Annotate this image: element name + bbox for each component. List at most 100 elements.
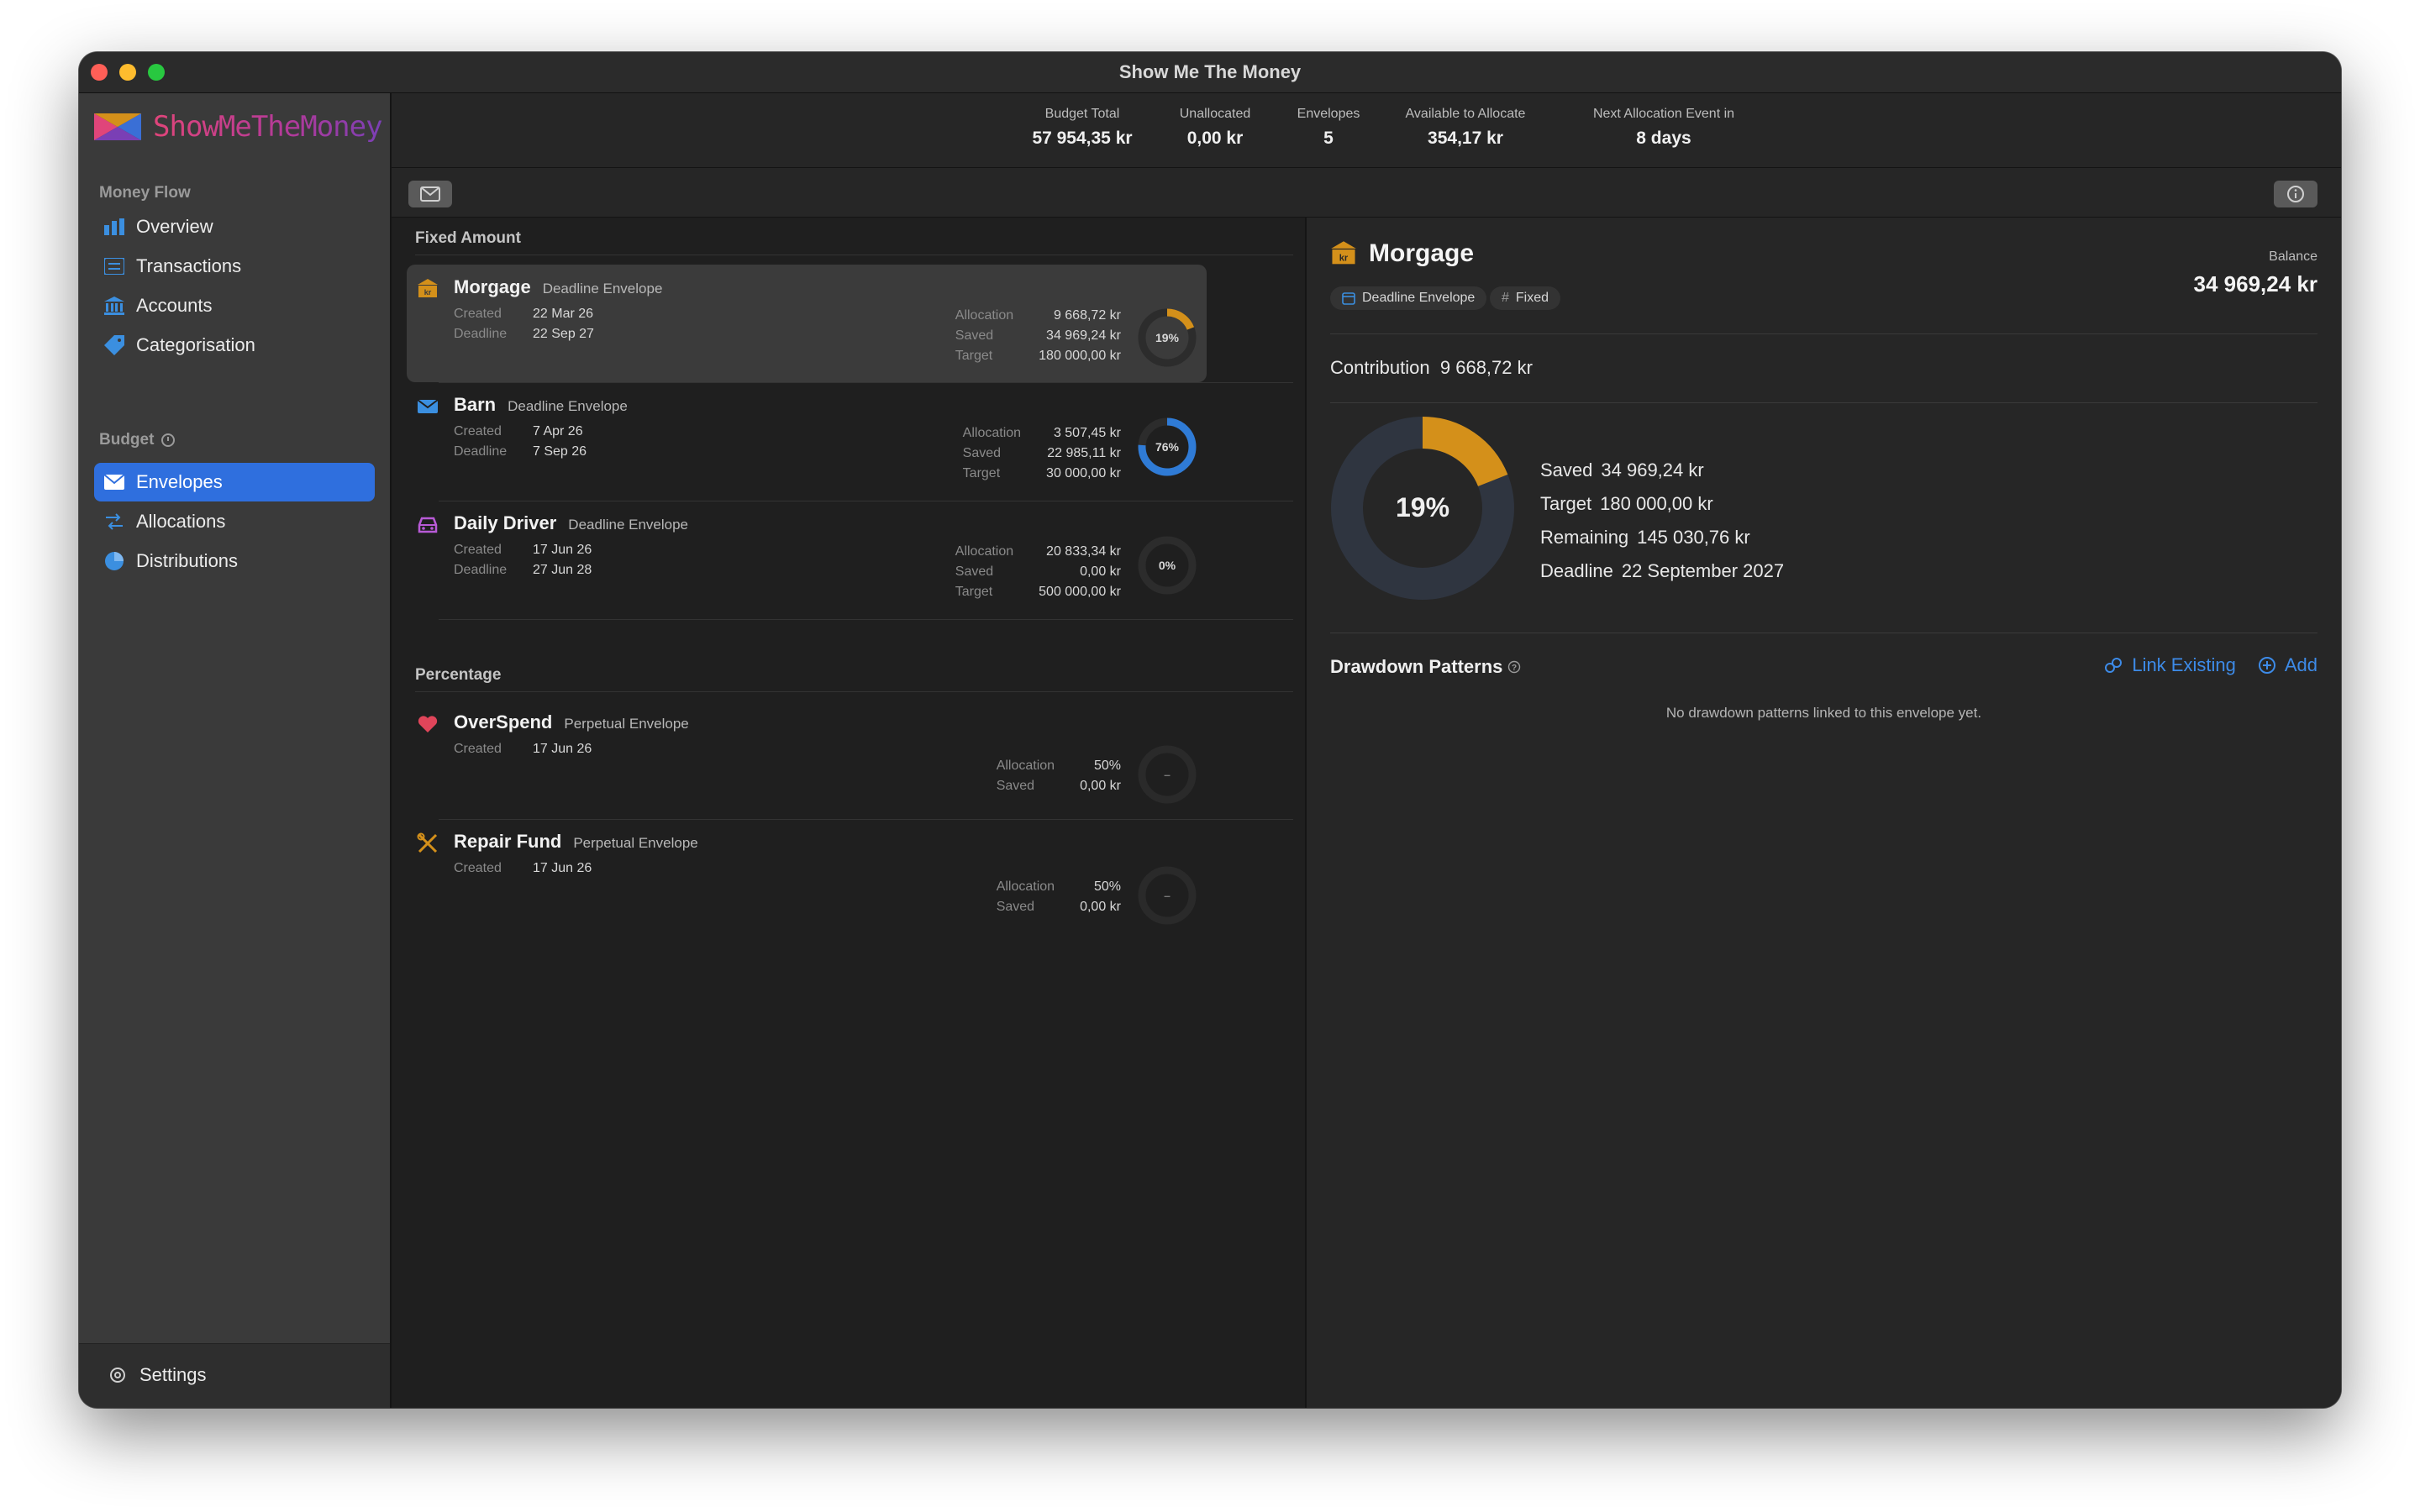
sidebar-item-envelopes[interactable]: Envelopes: [94, 463, 375, 501]
saved-label: Saved: [996, 900, 1035, 914]
add-drawdown-button[interactable]: Add: [2258, 654, 2317, 676]
envelope-row-repair-fund[interactable]: Repair Fund Perpetual Envelope Created 1…: [407, 819, 1207, 937]
created-value: 22 Mar 26: [533, 307, 594, 321]
sidebar-item-label: Allocations: [136, 511, 226, 532]
stat-remaining: Remaining 145 030,76 kr: [1540, 527, 1784, 549]
stat-available: Available to Allocate 354,17 kr: [1373, 107, 1558, 149]
minimize-window-button[interactable]: [119, 64, 136, 81]
section-money-flow: Money Flow: [99, 184, 191, 202]
created-label: Created: [454, 424, 502, 438]
sidebar-item-distributions[interactable]: Distributions: [94, 542, 375, 580]
stat-label: Remaining: [1540, 527, 1629, 548]
bank-icon: [104, 296, 124, 316]
stat-value: 8 days: [1636, 129, 1691, 148]
envelope-row-morgage[interactable]: kr Morgage Deadline Envelope Created 22 …: [407, 265, 1207, 382]
budget-summary: Budget Total 57 954,35 kr Unallocated 0,…: [392, 93, 2341, 168]
envelope-detail: kr Morgage Deadline Envelope # Fixed Bal…: [1307, 218, 2341, 1408]
bank-icon: kr: [418, 279, 438, 297]
target-value: 500 000,00 kr: [1039, 585, 1121, 599]
progress-label: –: [1164, 889, 1171, 902]
help-icon[interactable]: ?: [1507, 660, 1521, 674]
envelope-dates: Created 17 Jun 26 Deadline 27 Jun 28: [454, 543, 592, 578]
window-title: Show Me The Money: [1118, 61, 1302, 82]
created-value: 17 Jun 26: [533, 543, 592, 557]
balance-value: 34 969,24 kr: [2193, 271, 2317, 297]
deadline-label: Deadline: [454, 444, 508, 459]
stat-label: Deadline: [1540, 560, 1613, 581]
envelope-title: Barn Deadline Envelope: [454, 394, 628, 416]
info-circle-icon: [2287, 186, 2304, 202]
tag-deadline-envelope: Deadline Envelope: [1330, 286, 1487, 310]
stat-value: 354,17 kr: [1428, 129, 1503, 148]
envelope-kind: Perpetual Envelope: [564, 716, 689, 732]
saved-value: 22 985,11 kr: [1047, 446, 1121, 460]
stat-target: Target 180 000,00 kr: [1540, 493, 1784, 515]
divider: [1330, 402, 2317, 403]
divider: [439, 819, 1293, 820]
tag-label: Deadline Envelope: [1362, 291, 1476, 305]
heart-icon: [418, 716, 438, 732]
stat-label: Budget Total: [1044, 107, 1120, 121]
sidebar-item-transactions[interactable]: Transactions: [94, 247, 375, 286]
hash-icon: #: [1502, 291, 1509, 305]
svg-text:kr: kr: [1339, 254, 1349, 264]
target-value: 30 000,00 kr: [1046, 466, 1121, 480]
sidebar-item-overview[interactable]: Overview: [94, 207, 375, 246]
link-existing-button[interactable]: Link Existing: [2103, 654, 2236, 676]
saved-value: 34 969,24 kr: [1046, 328, 1121, 343]
divider: [1330, 333, 2317, 334]
stat-value: 180 000,00 kr: [1600, 493, 1713, 514]
info-circle-icon[interactable]: [160, 433, 176, 448]
logo-text: ShowMeTheMoney: [153, 110, 383, 144]
sidebar-item-accounts[interactable]: Accounts: [94, 286, 375, 325]
envelope-amounts: Allocation 3 507,45 kr Saved 22 985,11 k…: [963, 426, 1121, 481]
new-envelope-button[interactable]: [408, 181, 452, 207]
close-window-button[interactable]: [91, 64, 108, 81]
stat-label: Available to Allocate: [1405, 107, 1526, 121]
created-value: 17 Jun 26: [533, 861, 592, 875]
settings-button[interactable]: Settings: [97, 1356, 350, 1394]
section-label: Money Flow: [99, 184, 191, 202]
drawdown-title: Drawdown Patterns: [1330, 656, 1503, 677]
section-budget: Budget: [99, 431, 176, 449]
stat-value: 0,00 kr: [1186, 129, 1244, 148]
add-label: Add: [2284, 654, 2317, 675]
settings-label: Settings: [139, 1364, 207, 1385]
zoom-window-button[interactable]: [148, 64, 165, 81]
link-icon: [2105, 658, 2123, 673]
deadline-label: Deadline: [454, 563, 508, 577]
envelope-kind: Perpetual Envelope: [573, 835, 698, 851]
inspector-toggle-button[interactable]: [2274, 181, 2317, 207]
target-value: 180 000,00 kr: [1039, 349, 1121, 363]
deadline-value: 7 Sep 26: [533, 444, 587, 459]
section-label: Budget: [99, 431, 155, 449]
car-icon: [418, 517, 438, 533]
progress-ring: –: [1138, 745, 1197, 804]
envelope-title: OverSpend Perpetual Envelope: [454, 711, 689, 733]
envelope-row-overspend[interactable]: OverSpend Perpetual Envelope Created 17 …: [407, 700, 1207, 817]
progress-label: 76%: [1155, 440, 1180, 454]
sidebar-footer: Settings: [79, 1343, 390, 1408]
saved-value: 0,00 kr: [1080, 900, 1121, 914]
envelope-row-barn[interactable]: Barn Deadline Envelope Created 7 Apr 26 …: [407, 382, 1207, 500]
envelope-amounts: Allocation 50% Saved 0,00 kr: [997, 879, 1121, 915]
detail-progress-label: 19%: [1396, 492, 1449, 522]
plus-circle-icon: [2258, 657, 2275, 674]
created-label: Created: [454, 861, 502, 875]
stat-label: Unallocated: [1179, 107, 1251, 121]
progress-label: –: [1164, 768, 1171, 781]
target-label: Target: [955, 585, 993, 599]
created-value: 17 Jun 26: [533, 742, 592, 756]
saved-label: Saved: [955, 564, 994, 579]
arrows-icon: [104, 512, 124, 532]
envelope-name: Daily Driver: [454, 512, 557, 533]
bank-icon: kr: [1331, 241, 1356, 265]
logo-icon: [94, 113, 141, 140]
main-area: Budget Total 57 954,35 kr Unallocated 0,…: [392, 93, 2341, 1408]
sidebar-item-allocations[interactable]: Allocations: [94, 502, 375, 541]
sidebar-item-categorisation[interactable]: Categorisation: [94, 326, 375, 365]
progress-label: 19%: [1155, 331, 1180, 344]
progress-ring: 0%: [1138, 536, 1197, 595]
sidebar-item-label: Envelopes: [136, 471, 223, 492]
envelope-row-daily-driver[interactable]: Daily Driver Deadline Envelope Created 1…: [407, 501, 1207, 618]
